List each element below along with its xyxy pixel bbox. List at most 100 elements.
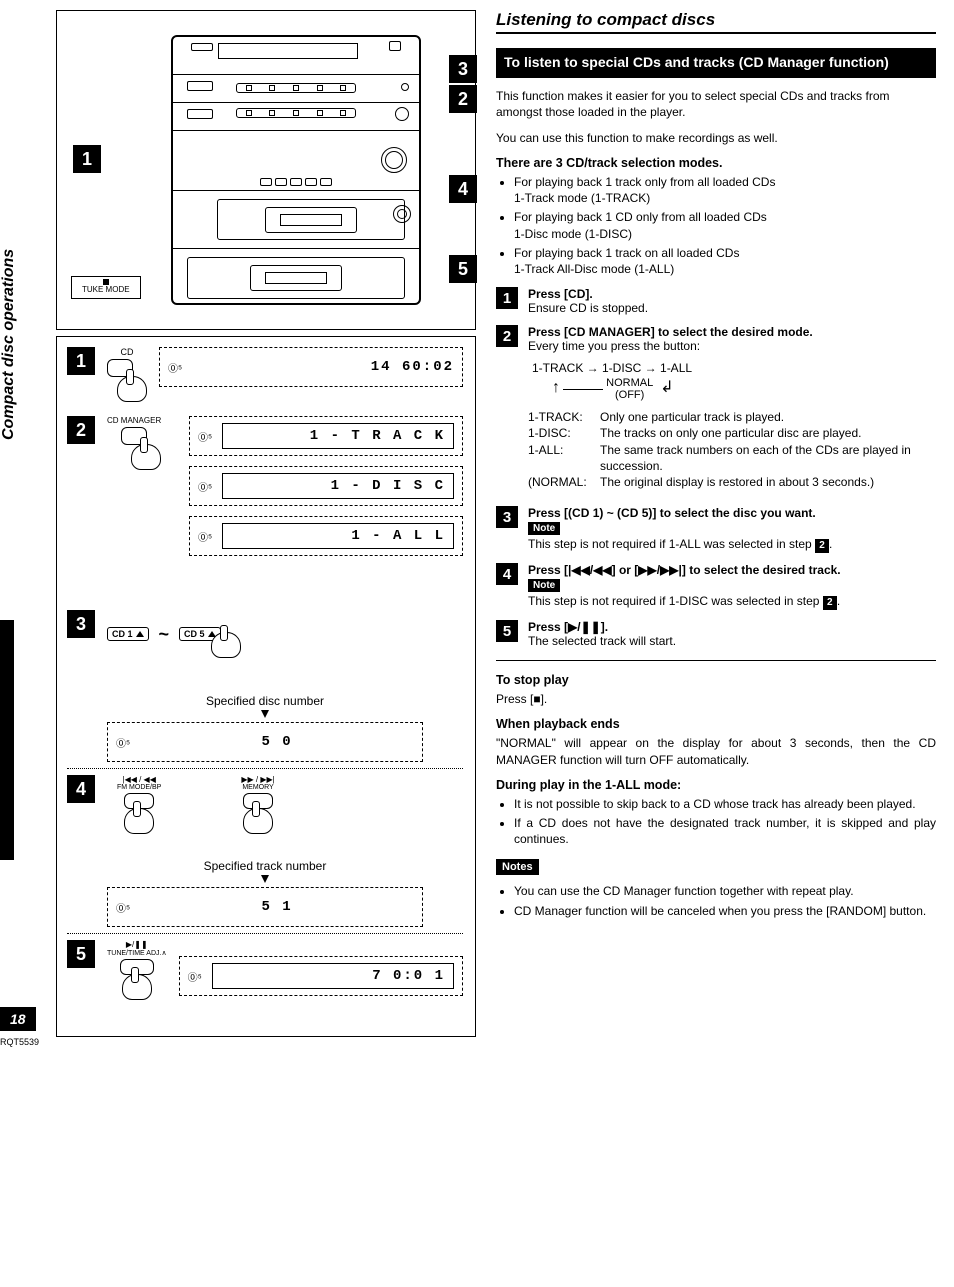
document-id: RQT5539 xyxy=(0,1037,39,1047)
text-step-1-num: 1 xyxy=(496,287,518,309)
end-heading: When playback ends xyxy=(496,717,936,731)
end-body: "NORMAL" will appear on the display for … xyxy=(496,735,936,767)
specified-disc-caption: Specified disc number xyxy=(67,694,463,708)
stop-body: Press [■]. xyxy=(496,691,936,707)
text-step-4: 4 Press [|◀◀/◀◀] or [▶▶/▶▶|] to select t… xyxy=(496,563,936,610)
notes-item: CD Manager function will be canceled whe… xyxy=(514,903,936,919)
text-step-5-num: 5 xyxy=(496,620,518,642)
section-title: Listening to compact discs xyxy=(496,10,936,34)
feature-heading: To listen to special CDs and tracks (CD … xyxy=(496,48,936,78)
note-badge: Note xyxy=(528,522,560,535)
lcd-disc-value: 5 0 xyxy=(140,734,414,750)
specified-track-caption: Specified track number xyxy=(67,859,463,873)
lcd-disc-number: 🄋⁵ 5 0 xyxy=(107,722,423,762)
lcd-track-number: 🄋⁵ 5 1 xyxy=(107,887,423,927)
modes-list: For playing back 1 track only from all l… xyxy=(496,174,936,277)
text-step-4-num: 4 xyxy=(496,563,518,585)
device-diagram: 1 3 2 4 5 TUKE MODE xyxy=(56,10,476,330)
text-step-2: 2 Press [CD MANAGER] to select the desir… xyxy=(496,325,936,496)
press-hand-icon xyxy=(131,444,161,470)
lcd-1track: 1 - T R A C K xyxy=(310,428,445,444)
stop-heading: To stop play xyxy=(496,673,936,687)
diagram-step-3-num: 3 xyxy=(67,610,95,638)
mode-flow: 1-TRACK → 1-DISC → 1-ALL xyxy=(528,361,936,375)
lcd-playing-value: 7 0:0 1 xyxy=(372,968,445,984)
mode-item: For playing back 1 track on all loaded C… xyxy=(514,245,936,277)
intro-para-1: This function makes it easier for you to… xyxy=(496,88,936,120)
text-step-3-num: 3 xyxy=(496,506,518,528)
tilde: ~ xyxy=(159,624,170,645)
play-btn-bot-label: TUNE/TIME ADJ.∧ xyxy=(107,949,167,957)
intro-para-2: You can use this function to make record… xyxy=(496,130,936,146)
next-btn-top-label: ▶▶ / ▶▶| xyxy=(241,775,274,784)
callout-2: 2 xyxy=(449,85,477,113)
diagram-step-4-num: 4 xyxy=(67,775,95,803)
diagram-step-5-num: 5 xyxy=(67,940,95,968)
lcd-panel-1: 🄋⁵ 14 60:02 xyxy=(159,347,463,387)
next-btn-bot-label: MEMORY xyxy=(241,784,274,791)
diagram-step-4: 4 |◀◀ / ◀◀ FM MODE/BP ▶▶ / ▶▶| MEMORY xyxy=(67,775,463,845)
side-tab-label: Compact disc operations xyxy=(0,249,18,440)
notes-list: You can use the CD Manager function toge… xyxy=(496,883,936,918)
text-step-1-title: Press [CD]. xyxy=(528,287,936,301)
lcd-panel-1all: 🄋⁵ 1 - A L L xyxy=(189,516,463,556)
diagram-step-1-num: 1 xyxy=(67,347,95,375)
side-tab-box xyxy=(0,620,14,860)
stereo-unit-drawing xyxy=(171,35,421,305)
text-step-1: 1 Press [CD]. Ensure CD is stopped. xyxy=(496,287,936,315)
left-illustration-column: 1 3 2 4 5 TUKE MODE xyxy=(56,10,476,1037)
press-hand-icon xyxy=(124,808,154,834)
callout-3: 3 xyxy=(449,55,477,83)
text-step-2-title: Press [CD MANAGER] to select the desired… xyxy=(528,325,936,339)
note-badge: Note xyxy=(528,579,560,592)
tuke-mode-button: TUKE MODE xyxy=(71,276,141,299)
text-step-3-body: This step is not required if 1-ALL was s… xyxy=(528,537,936,553)
prev-btn-top-label: |◀◀ / ◀◀ xyxy=(117,775,161,784)
cd1-chip: CD 1 xyxy=(107,627,149,641)
text-step-3: 3 Press [(CD 1) ~ (CD 5)] to select the … xyxy=(496,506,936,553)
text-step-2-body: Every time you press the button: xyxy=(528,339,936,353)
lcd-panel-1track: 🄋⁵ 1 - T R A C K xyxy=(189,416,463,456)
text-step-3-title: Press [(CD 1) ~ (CD 5)] to select the di… xyxy=(528,506,936,520)
mode-item: For playing back 1 CD only from all load… xyxy=(514,209,936,241)
text-step-2-num: 2 xyxy=(496,325,518,347)
diagram-step-2-num: 2 xyxy=(67,416,95,444)
mode-item: For playing back 1 track only from all l… xyxy=(514,174,936,206)
cd-manager-button-label: CD MANAGER xyxy=(107,416,177,425)
page-number: 18 xyxy=(0,1007,36,1031)
callout-4: 4 xyxy=(449,175,477,203)
callout-5: 5 xyxy=(449,255,477,283)
during-item: If a CD does not have the designated tra… xyxy=(514,815,936,847)
press-hand-icon xyxy=(122,974,152,1000)
during-list: It is not possible to skip back to a CD … xyxy=(496,796,936,848)
notes-item: You can use the CD Manager function toge… xyxy=(514,883,936,899)
diagram-step-2: 2 CD MANAGER 🄋⁵ 1 - T R A C K xyxy=(67,416,463,596)
during-heading: During play in the 1-ALL mode: xyxy=(496,778,936,792)
mode-flow-normal: ↑ NORMAL (OFF) ↲ xyxy=(528,377,936,401)
diagram-step-1: 1 CD 🄋⁵ 14 60:02 xyxy=(67,347,463,402)
lcd-panel-1disc: 🄋⁵ 1 - D I S C xyxy=(189,466,463,506)
step-ref-icon: 2 xyxy=(823,596,837,610)
during-item: It is not possible to skip back to a CD … xyxy=(514,796,936,812)
callout-1: 1 xyxy=(73,145,101,173)
text-step-1-body: Ensure CD is stopped. xyxy=(528,301,936,315)
lcd-1disc: 1 - D I S C xyxy=(331,478,445,494)
text-step-5-body: The selected track will start. xyxy=(528,634,936,648)
tuke-mode-label: TUKE MODE xyxy=(82,285,130,294)
play-btn-top-label: ▶/❚❚ xyxy=(107,940,167,949)
text-step-5: 5 Press [▶/❚❚]. The selected track will … xyxy=(496,620,936,648)
right-text-column: Listening to compact discs To listen to … xyxy=(496,10,936,929)
press-hand-icon xyxy=(117,376,147,402)
text-step-5-title: Press [▶/❚❚]. xyxy=(528,620,936,634)
notes-badge: Notes xyxy=(496,859,539,875)
prev-btn-bot-label: FM MODE/BP xyxy=(117,784,161,791)
step-ref-icon: 2 xyxy=(815,539,829,553)
lcd-playing: 🄋⁵ 7 0:0 1 xyxy=(179,956,463,996)
press-hand-icon xyxy=(243,808,273,834)
lcd-value-1: 14 60:02 xyxy=(371,359,454,375)
press-hand-icon xyxy=(211,632,241,658)
modes-heading: There are 3 CD/track selection modes. xyxy=(496,156,936,170)
mode-table: 1-TRACK:Only one particular track is pla… xyxy=(528,409,936,490)
text-step-4-title: Press [|◀◀/◀◀] or [▶▶/▶▶|] to select the… xyxy=(528,563,936,577)
lcd-1all: 1 - A L L xyxy=(351,528,445,544)
